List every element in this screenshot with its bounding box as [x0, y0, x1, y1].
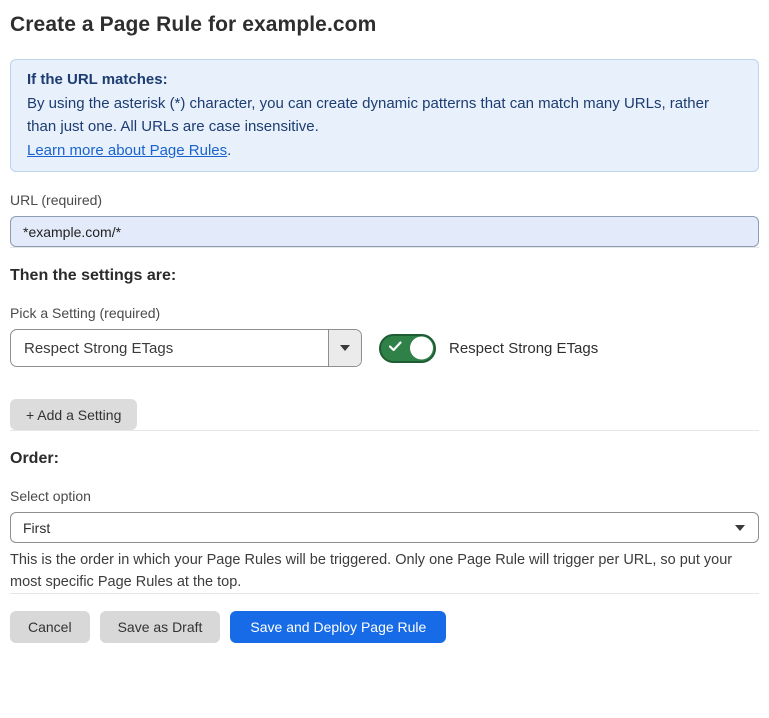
url-field-label: URL (required): [10, 192, 759, 208]
create-page-rule-form: Create a Page Rule for example.com If th…: [0, 0, 769, 643]
page-title: Create a Page Rule for example.com: [10, 13, 759, 37]
order-section-heading: Order:: [10, 450, 759, 468]
pick-setting-label: Pick a Setting (required): [10, 305, 759, 321]
setting-dropdown-caret-button[interactable]: [328, 330, 361, 366]
toggle-knob: [410, 337, 433, 360]
order-select-label: Select option: [10, 488, 759, 504]
order-helper-text: This is the order in which your Page Rul…: [10, 549, 757, 593]
setting-toggle-group: Respect Strong ETags: [379, 334, 598, 363]
divider: [10, 247, 759, 248]
form-footer: Cancel Save as Draft Save and Deploy Pag…: [10, 611, 759, 643]
info-box-heading: If the URL matches:: [27, 68, 742, 92]
chevron-down-icon: [340, 345, 350, 351]
divider: [10, 593, 759, 594]
setting-dropdown[interactable]: Respect Strong ETags: [10, 329, 362, 367]
link-suffix: .: [227, 142, 231, 159]
add-setting-button[interactable]: + Add a Setting: [10, 399, 137, 430]
save-as-draft-button[interactable]: Save as Draft: [100, 611, 221, 643]
url-match-info-box: If the URL matches: By using the asteris…: [10, 59, 759, 172]
save-and-deploy-button[interactable]: Save and Deploy Page Rule: [230, 611, 446, 643]
order-select[interactable]: First: [10, 512, 759, 543]
check-icon: [389, 339, 402, 357]
url-input[interactable]: [10, 216, 759, 247]
settings-section-heading: Then the settings are:: [10, 267, 759, 285]
setting-dropdown-value: Respect Strong ETags: [11, 330, 328, 366]
divider: [10, 430, 759, 431]
setting-toggle[interactable]: [379, 334, 436, 363]
cancel-button[interactable]: Cancel: [10, 611, 90, 643]
info-box-link-row: Learn more about Page Rules.: [27, 139, 742, 163]
info-box-body: By using the asterisk (*) character, you…: [27, 92, 742, 139]
learn-more-link[interactable]: Learn more about Page Rules: [27, 142, 227, 159]
chevron-down-icon: [735, 525, 745, 531]
order-select-value: First: [23, 520, 50, 536]
setting-row: Respect Strong ETags Respect Strong ETag…: [10, 329, 759, 367]
toggle-label: Respect Strong ETags: [449, 340, 598, 357]
